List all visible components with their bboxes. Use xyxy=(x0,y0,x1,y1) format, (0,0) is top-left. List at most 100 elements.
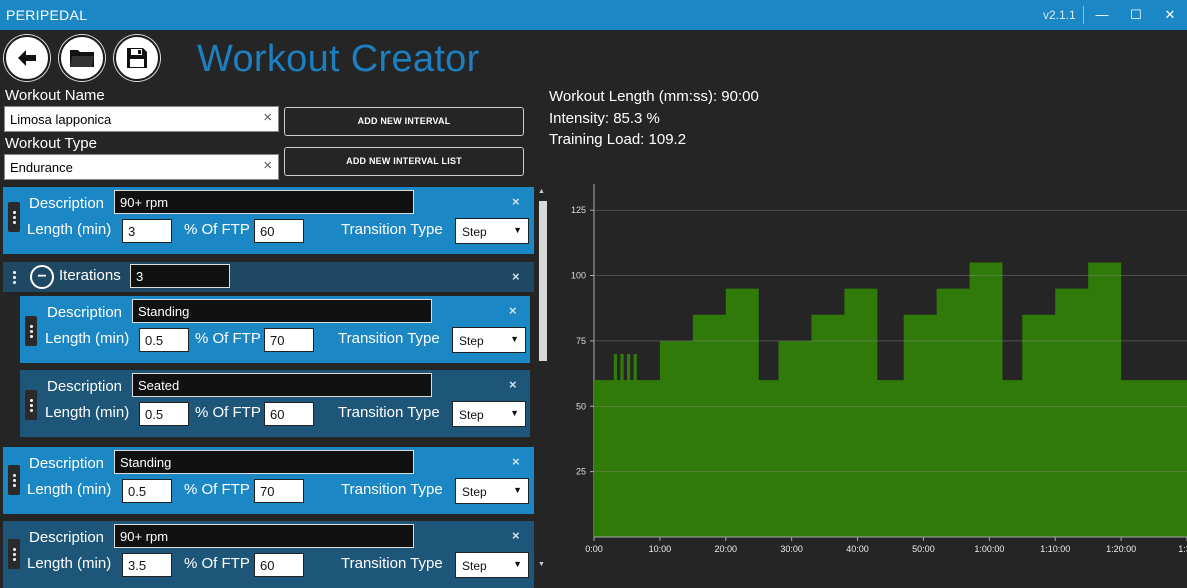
length-label: Length (min) xyxy=(45,404,130,421)
workout-stats: Workout Length (mm:ss): 90:00 Intensity:… xyxy=(549,86,759,151)
iterations-label: Iterations xyxy=(59,267,121,284)
description-label: Description xyxy=(29,195,105,212)
x-tick-label: 50:00 xyxy=(912,544,935,554)
length-input[interactable]: 0.5 xyxy=(139,402,189,426)
ftp-label: % Of FTP xyxy=(195,404,261,421)
description-input[interactable]: Standing xyxy=(114,450,414,474)
transition-label: Transition Type xyxy=(341,221,443,238)
titlebar-divider xyxy=(1083,6,1084,24)
drag-handle[interactable] xyxy=(8,265,20,289)
description-input[interactable]: 90+ rpm xyxy=(114,190,414,214)
remove-interval-button[interactable]: × xyxy=(509,303,517,318)
interval-card: Description Standing Length (min) 0.5 % … xyxy=(3,447,534,514)
ftp-label: % Of FTP xyxy=(195,330,261,347)
x-tick-label: 1:00:00 xyxy=(974,544,1004,554)
x-tick-label: 40:00 xyxy=(846,544,869,554)
ftp-input[interactable]: 60 xyxy=(254,553,304,577)
description-input[interactable]: Seated xyxy=(132,373,432,397)
description-label: Description xyxy=(29,455,105,472)
chevron-down-icon: ▼ xyxy=(513,225,522,235)
ftp-input[interactable]: 70 xyxy=(264,328,314,352)
workout-length: Workout Length (mm:ss): 90:00 xyxy=(549,88,759,105)
transition-label: Transition Type xyxy=(341,481,443,498)
collapse-icon[interactable]: − xyxy=(30,265,54,289)
workout-name-input[interactable]: Limosa lapponica × xyxy=(4,106,279,132)
description-input[interactable]: Standing xyxy=(132,299,432,323)
transition-value: Step xyxy=(459,408,484,422)
close-button[interactable]: ✕ xyxy=(1158,4,1182,26)
scroll-up-icon[interactable]: ▲ xyxy=(538,188,545,195)
length-input[interactable]: 3 xyxy=(122,219,172,243)
minimize-button[interactable]: — xyxy=(1090,4,1114,26)
add-interval-button[interactable]: ADD NEW INTERVAL xyxy=(284,107,524,136)
back-button[interactable] xyxy=(4,35,50,81)
drag-handle[interactable] xyxy=(8,465,20,495)
transition-label: Transition Type xyxy=(338,330,440,347)
remove-interval-button[interactable]: × xyxy=(512,454,520,469)
iterations-input[interactable]: 3 xyxy=(130,264,230,288)
length-input[interactable]: 0.5 xyxy=(139,328,189,352)
transition-select[interactable]: Step ▼ xyxy=(452,327,526,353)
length-input[interactable]: 0.5 xyxy=(122,479,172,503)
interval-card: Description 90+ rpm Length (min) 3 % Of … xyxy=(3,187,534,254)
clear-type-icon[interactable]: × xyxy=(263,157,272,174)
length-label: Length (min) xyxy=(27,555,112,572)
x-tick-label: 1:20:00 xyxy=(1106,544,1136,554)
scrollbar-thumb[interactable] xyxy=(539,201,547,361)
drag-handle[interactable] xyxy=(8,539,20,569)
description-input[interactable]: 90+ rpm xyxy=(114,524,414,548)
remove-interval-button[interactable]: × xyxy=(512,528,520,543)
drag-handle[interactable] xyxy=(25,316,37,346)
clear-name-icon[interactable]: × xyxy=(263,109,272,126)
title-bar: PERIPEDAL v2.1.1 — ☐ ✕ xyxy=(0,0,1187,30)
scroll-down-icon[interactable]: ▼ xyxy=(538,561,545,568)
workout-type-label: Workout Type xyxy=(5,135,97,152)
length-input[interactable]: 3.5 xyxy=(122,553,172,577)
remove-interval-list-button[interactable]: × xyxy=(512,269,520,284)
x-tick-label: 20:00 xyxy=(715,544,738,554)
chevron-down-icon: ▼ xyxy=(510,334,519,344)
transition-label: Transition Type xyxy=(341,555,443,572)
interval-list-header: − Iterations 3 × xyxy=(3,262,534,292)
remove-interval-button[interactable]: × xyxy=(512,194,520,209)
transition-select[interactable]: Step ▼ xyxy=(452,401,526,427)
transition-select[interactable]: Step ▼ xyxy=(455,478,529,504)
x-tick-label: 1:10:00 xyxy=(1040,544,1070,554)
drag-handle[interactable] xyxy=(8,202,20,232)
remove-interval-button[interactable]: × xyxy=(509,377,517,392)
description-label: Description xyxy=(47,378,123,395)
length-label: Length (min) xyxy=(27,481,112,498)
transition-select[interactable]: Step ▼ xyxy=(455,552,529,578)
x-tick-label: 0:00 xyxy=(585,544,603,554)
add-interval-list-button[interactable]: ADD NEW INTERVAL LIST xyxy=(284,147,524,176)
workout-name-label: Workout Name xyxy=(5,87,105,104)
page-title: Workout Creator xyxy=(197,38,480,80)
interval-card: Description Standing Length (min) 0.5 % … xyxy=(20,296,530,363)
workout-type-input[interactable]: Endurance × xyxy=(4,154,279,180)
app-version: v2.1.1 xyxy=(1043,8,1076,22)
workout-name-value: Limosa lapponica xyxy=(10,112,112,127)
ftp-input[interactable]: 60 xyxy=(254,219,304,243)
x-tick-label: 30:00 xyxy=(780,544,803,554)
transition-select[interactable]: Step ▼ xyxy=(455,218,529,244)
ftp-label: % Of FTP xyxy=(184,481,250,498)
app-name: PERIPEDAL xyxy=(6,7,88,23)
y-tick-label: 25 xyxy=(576,467,586,477)
workout-type-value: Endurance xyxy=(10,160,73,175)
ftp-input[interactable]: 70 xyxy=(254,479,304,503)
transition-value: Step xyxy=(459,334,484,348)
folder-icon xyxy=(70,50,94,67)
chevron-down-icon: ▼ xyxy=(513,559,522,569)
transition-value: Step xyxy=(462,225,487,239)
interval-card: Description 90+ rpm Length (min) 3.5 % O… xyxy=(3,521,534,588)
y-tick-label: 50 xyxy=(576,401,586,411)
workout-chart-svg: 25 50 75 100 125 0:00 10:00 20:00 30:00 40:00 50:0… xyxy=(571,184,1187,554)
drag-handle[interactable] xyxy=(25,390,37,420)
maximize-button[interactable]: ☐ xyxy=(1124,4,1148,26)
description-label: Description xyxy=(47,304,123,321)
description-label: Description xyxy=(29,529,105,546)
ftp-input[interactable]: 60 xyxy=(264,402,314,426)
open-button[interactable] xyxy=(59,35,105,81)
ftp-label: % Of FTP xyxy=(184,221,250,238)
save-button[interactable] xyxy=(114,35,160,81)
